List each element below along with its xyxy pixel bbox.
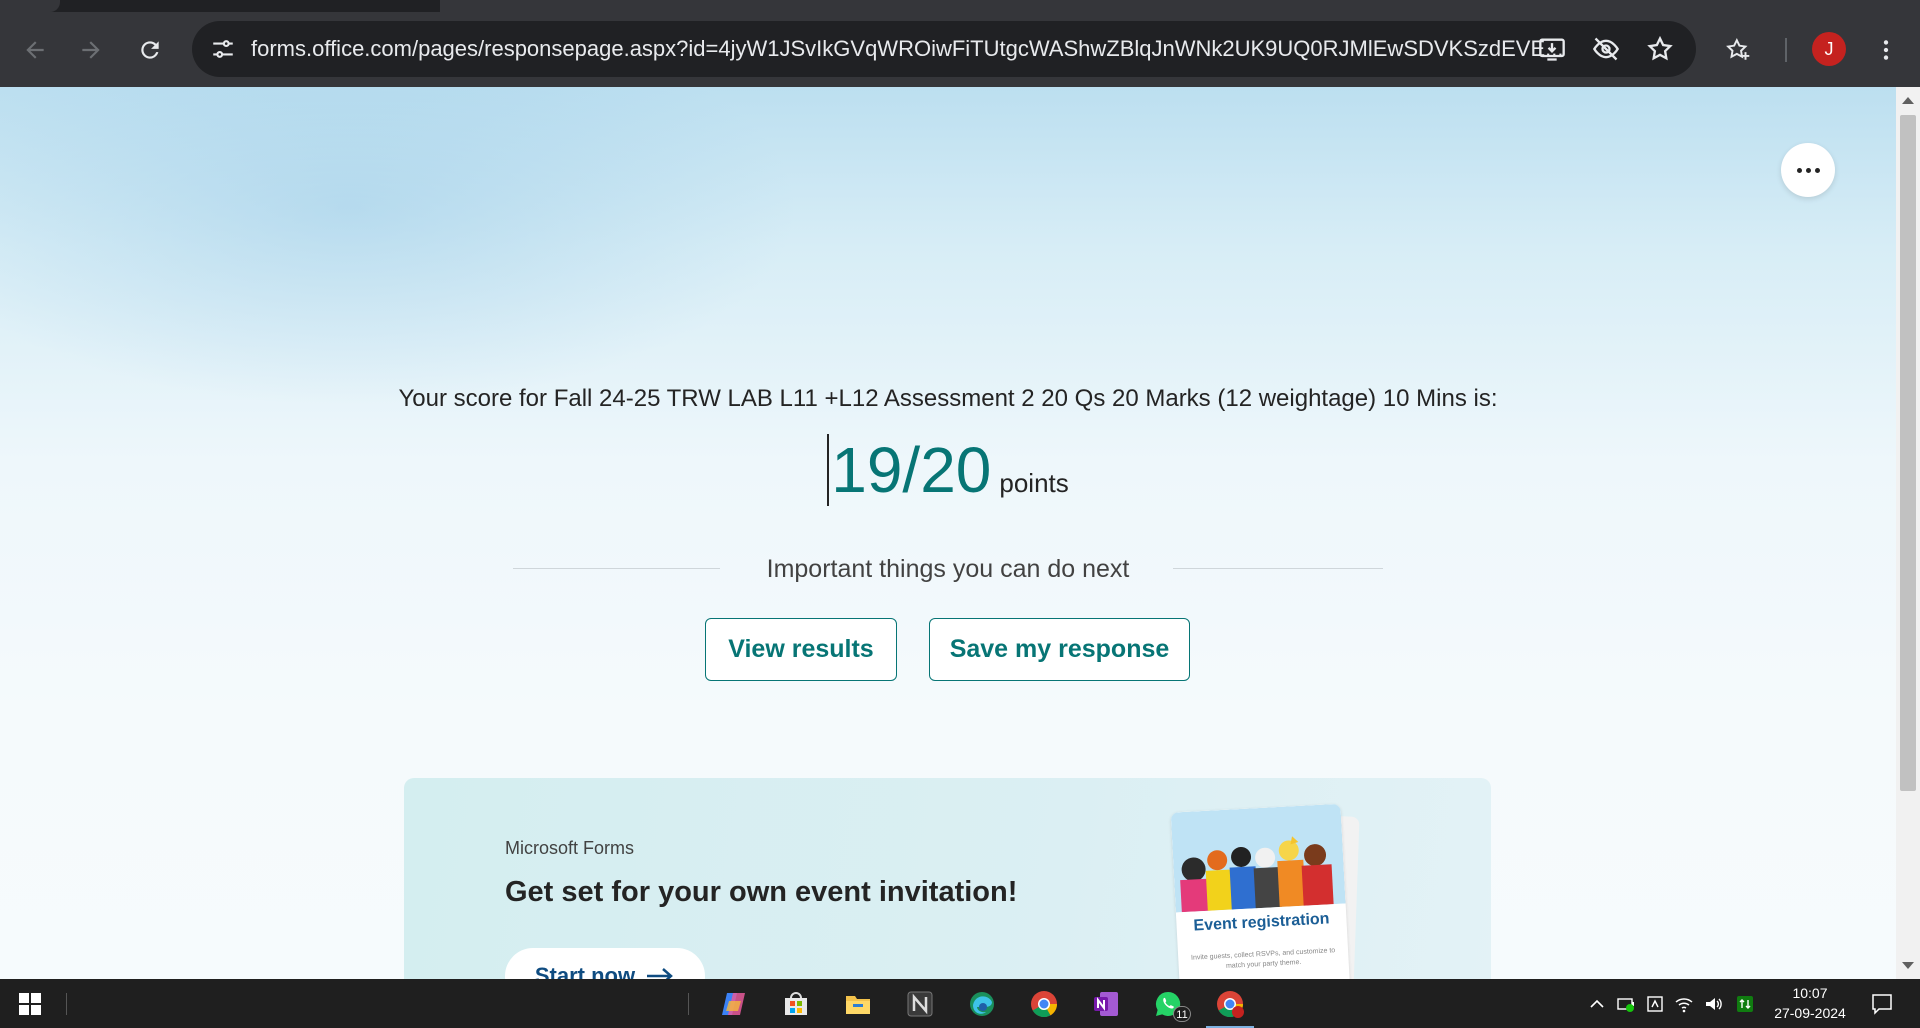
reload-icon[interactable] xyxy=(132,32,168,68)
profile-avatar[interactable]: J xyxy=(1812,32,1846,66)
site-info-icon[interactable] xyxy=(210,36,236,62)
browser-toolbar: forms.office.com/pages/responsepage.aspx… xyxy=(0,12,1920,87)
address-bar[interactable]: forms.office.com/pages/responsepage.aspx… xyxy=(192,21,1696,77)
scroll-up-arrow[interactable] xyxy=(1902,97,1914,104)
next-steps-divider: Important things you can do next xyxy=(513,547,1383,591)
taskbar-separator xyxy=(688,993,689,1015)
install-app-icon[interactable] xyxy=(1538,35,1566,63)
show-hidden-icons-chevron-icon[interactable] xyxy=(1587,994,1607,1014)
tab-strip xyxy=(0,0,1920,12)
scroll-down-arrow[interactable] xyxy=(1902,962,1914,969)
chrome-profile-icon[interactable] xyxy=(1206,986,1254,1028)
edge-icon[interactable] xyxy=(964,986,1000,1022)
more-options-button[interactable] xyxy=(1781,143,1835,197)
promo-brand: Microsoft Forms xyxy=(505,838,635,858)
card-title: Event registration xyxy=(1193,910,1330,935)
forward-icon[interactable] xyxy=(73,32,109,68)
score-display: 19/20 points xyxy=(0,434,1896,506)
back-icon[interactable] xyxy=(17,32,53,68)
divider-line-right xyxy=(1173,568,1383,569)
whatsapp-icon[interactable]: 11 xyxy=(1150,986,1191,1022)
volume-icon[interactable] xyxy=(1703,994,1723,1014)
sync-status-icon[interactable] xyxy=(1735,994,1755,1014)
notification-center-icon[interactable] xyxy=(1870,992,1894,1016)
file-explorer-icon[interactable] xyxy=(840,986,876,1022)
battery-saver-icon[interactable] xyxy=(1616,994,1636,1014)
clock-time: 10:07 xyxy=(1792,985,1828,1001)
forms-response-page: Your score for Fall 24-25 TRW LAB L11 +L… xyxy=(0,87,1896,979)
arrow-right-icon xyxy=(647,968,674,979)
chrome-icon[interactable] xyxy=(1026,986,1062,1022)
network-adapter-icon[interactable] xyxy=(1645,994,1665,1014)
url-text[interactable]: forms.office.com/pages/responsepage.aspx… xyxy=(251,21,1571,77)
eye-off-icon[interactable] xyxy=(1592,35,1620,63)
wifi-icon[interactable] xyxy=(1674,994,1694,1014)
bookmark-star-icon[interactable] xyxy=(1646,35,1674,63)
start-now-label: Start now xyxy=(534,963,636,979)
score-value: 19/20 xyxy=(827,434,991,506)
active-tab-edge[interactable] xyxy=(440,0,1920,12)
taskbar-separator xyxy=(66,993,67,1015)
next-steps-heading: Important things you can do next xyxy=(766,555,1130,583)
score-heading: Your score for Fall 24-25 TRW LAB L11 +L… xyxy=(398,385,1498,412)
favorites-icon[interactable] xyxy=(1721,32,1757,68)
whatsapp-badge: 11 xyxy=(1173,1006,1191,1022)
page-scrollbar[interactable] xyxy=(1896,87,1920,979)
people-illustration xyxy=(1170,803,1346,913)
score-unit: points xyxy=(999,468,1069,498)
event-registration-card[interactable]: Event registration Invite guests, collec… xyxy=(1170,803,1352,979)
windows-taskbar: 11 10:07 27-09-2024 xyxy=(0,979,1920,1028)
store-icon[interactable] xyxy=(778,986,814,1022)
promo-banner: Microsoft Forms Get set for your own eve… xyxy=(404,778,1491,979)
toolbar-separator xyxy=(1785,38,1787,62)
card-description: Invite guests, collect RSVPs, and custom… xyxy=(1190,947,1336,970)
tab-edge xyxy=(0,0,60,12)
save-response-button[interactable]: Save my response xyxy=(929,618,1190,681)
view-results-button[interactable]: View results xyxy=(705,618,897,681)
copilot-icon[interactable] xyxy=(716,986,752,1022)
kebab-menu-icon[interactable] xyxy=(1868,32,1904,68)
windows-start-icon[interactable] xyxy=(12,986,48,1022)
onenote-icon[interactable] xyxy=(1088,986,1124,1022)
start-now-button[interactable]: Start now xyxy=(505,948,705,979)
scroll-thumb[interactable] xyxy=(1900,115,1916,791)
taskbar-clock[interactable]: 10:07 27-09-2024 xyxy=(1760,983,1860,1023)
notion-icon[interactable] xyxy=(902,986,938,1022)
promo-title: Get set for your own event invitation! xyxy=(505,876,1018,908)
clock-date: 27-09-2024 xyxy=(1774,1005,1846,1021)
